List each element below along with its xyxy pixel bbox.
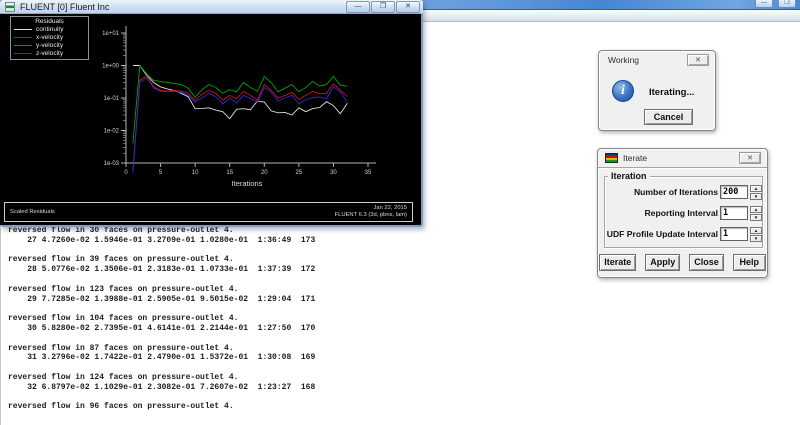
console-maximize-button[interactable]: ❐ <box>778 0 796 8</box>
x-tick-label: 25 <box>296 170 303 176</box>
fluent-flag-icon <box>605 153 618 163</box>
spinner-up-icon[interactable]: ▲ <box>750 206 762 213</box>
legend-item-continuity: continuity <box>11 25 88 33</box>
iterate-dialog-title: Iterate <box>623 153 648 163</box>
working-dialog-title: Working <box>608 55 640 65</box>
legend-item-x-velocity: x-velocity <box>11 33 88 41</box>
iterate-dialog[interactable]: Iterate ✕ Iteration Number of Iterations… <box>597 148 768 278</box>
fluent-app-icon <box>5 2 15 12</box>
legend-label: z-velocity <box>36 49 64 57</box>
legend-item-z-velocity: z-velocity <box>11 49 88 57</box>
y-tick-label: 1e-01 <box>104 96 120 102</box>
y-tick-label: 1e+01 <box>102 31 120 37</box>
iterations-count-input[interactable]: 200 <box>720 185 748 199</box>
spinner-down-icon[interactable]: ▼ <box>750 214 762 221</box>
x-tick-label: 30 <box>330 170 337 176</box>
y-tick-label: 1e-03 <box>104 161 120 167</box>
caption-title: Scaled Residuals <box>10 209 55 215</box>
x-tick-label: 15 <box>226 170 233 176</box>
working-close-icon[interactable]: ✕ <box>687 54 709 66</box>
x-tick-label: 0 <box>124 170 128 176</box>
legend-label: x-velocity <box>36 33 64 41</box>
legend-label: continuity <box>36 25 64 33</box>
reporting-interval-stepper: ▲ ▼ <box>750 206 762 221</box>
x-tick-label: 35 <box>365 170 372 176</box>
working-message: Iterating... <box>649 87 695 98</box>
legend-swatch <box>14 36 32 38</box>
working-dialog[interactable]: Working ✕ i Iterating... Cancel <box>598 50 716 131</box>
minimize-button[interactable]: — <box>346 1 370 13</box>
plot-legend: Residuals continuity x-velocity y-velocity… <box>10 16 89 60</box>
residual-curve-y-velocity <box>132 64 348 144</box>
iterate-close-icon[interactable]: ✕ <box>739 152 761 164</box>
legend-swatch <box>14 28 32 30</box>
info-icon: i <box>612 80 634 102</box>
close-button[interactable]: ✕ <box>396 1 420 13</box>
fluent-graphics-window[interactable]: FLUENT [0] Fluent Inc — ❐ ✕ 1e+01 1e+00 1e… <box>0 0 423 227</box>
legend-title: Residuals <box>35 18 64 25</box>
x-axis-title: Iterations <box>232 179 263 188</box>
legend-swatch <box>14 52 32 54</box>
iterations-count-stepper: ▲ ▼ <box>750 185 762 200</box>
legend-swatch <box>14 44 32 46</box>
x-tick-label: 20 <box>261 170 268 176</box>
help-button[interactable]: Help <box>732 254 766 271</box>
spinner-down-icon[interactable]: ▼ <box>750 193 762 200</box>
spinner-up-icon[interactable]: ▲ <box>750 227 762 234</box>
cancel-button[interactable]: Cancel <box>644 109 693 125</box>
apply-button[interactable]: Apply <box>645 254 681 271</box>
fluent-window-title: FLUENT [0] Fluent Inc <box>20 2 110 12</box>
reporting-interval-label: Reporting Interval <box>644 208 718 218</box>
title-separator <box>598 167 767 169</box>
maximize-button[interactable]: ❐ <box>371 1 395 13</box>
iterate-button[interactable]: Iterate <box>599 254 637 271</box>
spinner-down-icon[interactable]: ▼ <box>750 235 762 242</box>
spinner-up-icon[interactable]: ▲ <box>750 185 762 192</box>
residuals-plot-area: 1e+01 1e+00 1e-01 1e-02 1e-03 0 5 10 15 20 25 30 35 I… <box>0 14 419 225</box>
x-tick-label: 5 <box>159 170 163 176</box>
fluent-titlebar[interactable]: FLUENT [0] Fluent Inc — ❐ ✕ <box>0 0 423 14</box>
caption-version: FLUENT 6.3 (3d, pbns, lam) <box>334 212 407 218</box>
legend-item-y-velocity: y-velocity <box>11 41 88 49</box>
caption-date: Jan 22, 2015 <box>373 205 407 211</box>
iterations-count-label: Number of Iterations <box>633 187 718 197</box>
iteration-group-label: Iteration <box>608 171 650 181</box>
x-tick-label: 10 <box>192 170 199 176</box>
reporting-interval-input[interactable]: 1 <box>720 206 748 220</box>
iteration-group: Iteration Number of Iterations 200 ▲ ▼ R… <box>604 171 763 248</box>
console-minimize-button[interactable]: — <box>755 0 773 8</box>
udf-interval-input[interactable]: 1 <box>720 227 748 241</box>
console-text: reversed flow in 30 faces on pressure-ou… <box>8 226 316 412</box>
y-tick-label: 1e+00 <box>102 64 120 70</box>
residual-curve-x-velocity <box>132 75 348 171</box>
y-tick-label: 1e-02 <box>104 129 120 135</box>
udf-interval-stepper: ▲ ▼ <box>750 227 762 242</box>
close-button[interactable]: Close <box>689 254 724 271</box>
legend-label: y-velocity <box>36 41 64 49</box>
plot-caption-bar: Scaled Residuals Jan 22, 2015 FLUENT 6.3… <box>4 202 413 222</box>
udf-interval-label: UDF Profile Update Interval <box>606 229 718 239</box>
